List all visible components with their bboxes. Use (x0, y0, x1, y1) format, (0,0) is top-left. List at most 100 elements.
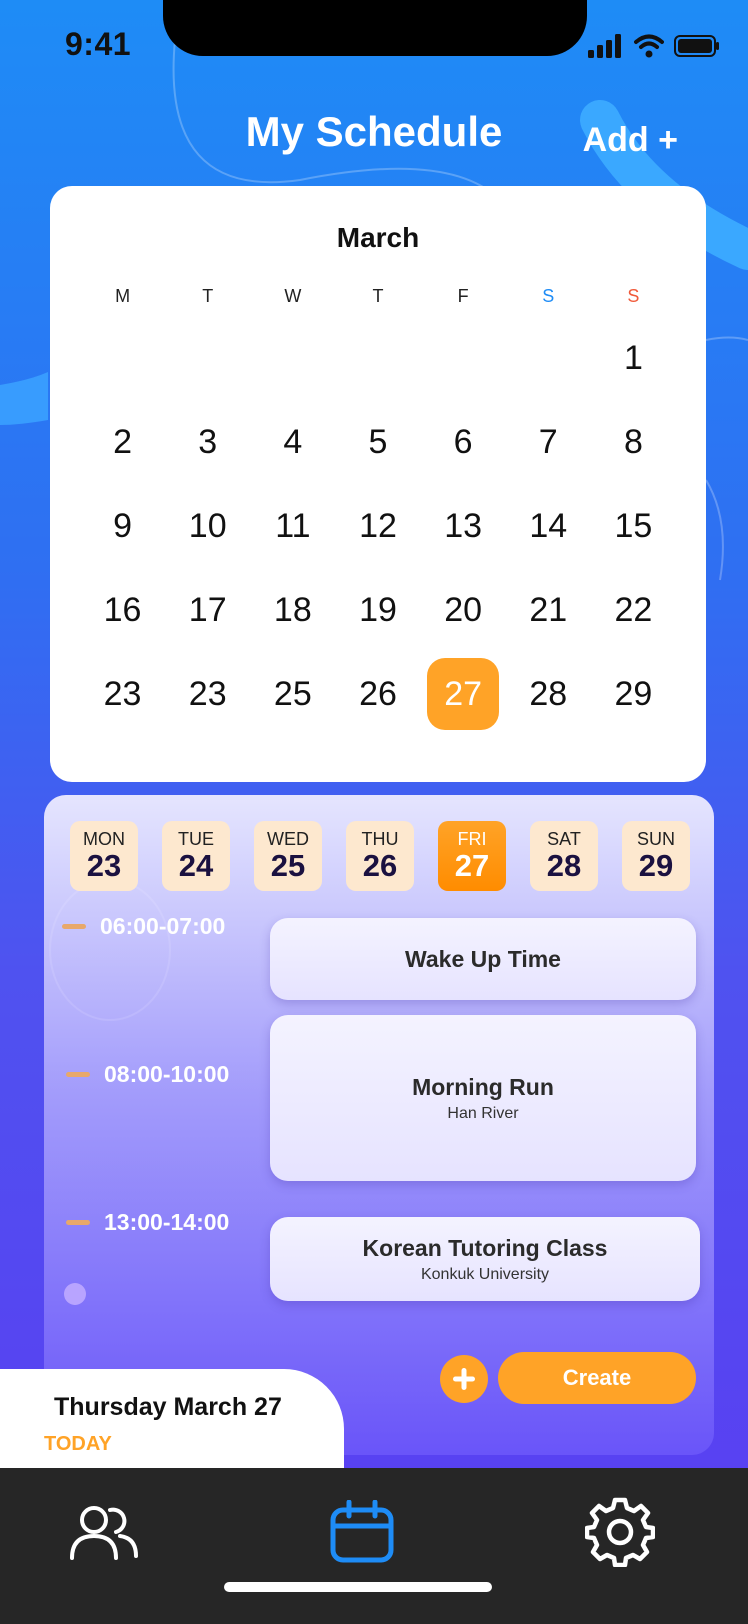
week-day-name: FRI (457, 829, 487, 849)
week-day-name: SAT (547, 829, 581, 849)
week-day-chip[interactable]: SAT 28 (530, 821, 598, 891)
calendar-day[interactable]: 13 (421, 484, 506, 568)
calendar-day[interactable]: 9 (80, 484, 165, 568)
calendar-day[interactable]: 25 (250, 652, 335, 736)
calendar-day[interactable]: 4 (250, 400, 335, 484)
people-icon (70, 1506, 138, 1560)
week-day-name: THU (361, 829, 399, 849)
calendar-day-number (172, 322, 244, 394)
calendar-day[interactable]: 11 (250, 484, 335, 568)
calendar-day-number: 16 (103, 590, 142, 629)
week-day-chip[interactable]: FRI 27 (438, 821, 506, 891)
today-date: Thursday March 27 (54, 1393, 282, 1421)
calendar-day-number: 15 (614, 506, 653, 545)
calendar-day[interactable]: 6 (421, 400, 506, 484)
event-title: Morning Run (412, 1073, 554, 1100)
calendar-day[interactable]: 5 (335, 400, 420, 484)
week-day-chip[interactable]: TUE 24 (162, 821, 230, 891)
calendar-day[interactable]: 23 (165, 652, 250, 736)
calendar-day[interactable]: 12 (335, 484, 420, 568)
calendar-empty-cell (80, 316, 165, 400)
create-button[interactable]: Create (498, 1352, 696, 1404)
calendar-day-number: 5 (368, 422, 388, 461)
week-day-date: 27 (454, 848, 490, 883)
week-day-date: 28 (546, 848, 582, 883)
calendar-day[interactable]: 16 (80, 568, 165, 652)
calendar-day[interactable]: 22 (591, 568, 676, 652)
event-time-label: 06:00-07:00 (62, 913, 225, 940)
calendar-day-number: 21 (529, 590, 568, 629)
home-indicator (224, 1582, 492, 1592)
calendar-day[interactable]: 1 (591, 316, 676, 400)
calendar-day[interactable]: 8 (591, 400, 676, 484)
calendar-day-number: 23 (103, 674, 142, 713)
time-marker (66, 1072, 90, 1077)
week-day-chip[interactable]: WED 25 (254, 821, 322, 891)
calendar-day-number: 25 (273, 674, 312, 713)
calendar-day[interactable]: 2 (80, 400, 165, 484)
add-button[interactable]: Add + (583, 121, 678, 160)
week-day-date: 23 (86, 848, 122, 883)
calendar-empty-cell (506, 316, 591, 400)
calendar-day-number: 19 (359, 590, 397, 629)
calendar-day[interactable]: 26 (335, 652, 420, 736)
calendar-day-number: 17 (188, 590, 227, 629)
calendar-day-number: 4 (283, 422, 303, 461)
calendar-day-grid: 1 2 3 4 5 6 7 8 9 10 11 12 13 14 15 16 17 18 19 20 21 22 23 23 2… (80, 316, 676, 736)
calendar-empty-cell (165, 316, 250, 400)
event-time-text: 13:00-14:00 (104, 1209, 230, 1235)
calendar-day[interactable]: 17 (165, 568, 250, 652)
calendar-day-number: 28 (529, 674, 568, 713)
calendar-day-number: 26 (359, 674, 397, 713)
calendar-day[interactable]: 19 (335, 568, 420, 652)
calendar-day-number: 13 (444, 506, 483, 545)
event-location: Han River (447, 1104, 519, 1122)
event-time-label: 08:00-10:00 (66, 1061, 229, 1088)
calendar-day[interactable]: 10 (165, 484, 250, 568)
week-strip: MON 23 TUE 24 WED 25 THU 26 FRI 27 SAT 28 SUN 29 (70, 821, 690, 891)
event-card[interactable]: Korean Tutoring Class Konkuk University (270, 1217, 700, 1301)
event-card[interactable]: Wake Up Time (270, 918, 696, 1000)
today-card[interactable]: Thursday March 27 TODAY (0, 1369, 344, 1469)
event-location: Konkuk University (420, 1265, 550, 1283)
calendar-day[interactable]: 3 (165, 400, 250, 484)
calendar-day[interactable]: 28 (506, 652, 591, 736)
calendar-day-number: 29 (614, 674, 653, 713)
weekday-label: F (457, 286, 469, 306)
tab-people[interactable] (64, 1492, 144, 1572)
event-time-text: 06:00-07:00 (100, 913, 226, 939)
tab-calendar[interactable] (322, 1492, 402, 1572)
week-day-date: 29 (638, 848, 674, 883)
event-title: Korean Tutoring Class (362, 1234, 608, 1261)
calendar-day[interactable]: 15 (591, 484, 676, 568)
status-icons (588, 34, 720, 58)
device-notch (163, 0, 587, 56)
weekday-label: W (284, 286, 302, 306)
timeline-dot (64, 1283, 86, 1305)
calendar-day-number (427, 322, 499, 394)
calendar-day-number: 10 (188, 506, 227, 545)
calendar-day[interactable]: 29 (591, 652, 676, 736)
quick-add-button[interactable] (440, 1355, 488, 1403)
calendar-day[interactable]: 18 (250, 568, 335, 652)
calendar-day[interactable]: 20 (421, 568, 506, 652)
calendar-day-number: 23 (188, 674, 227, 713)
event-card[interactable]: Morning Run Han River (270, 1015, 696, 1181)
calendar-day-number: 7 (538, 422, 558, 461)
calendar-day-number (342, 322, 414, 394)
calendar-day-number: 11 (275, 506, 311, 545)
calendar-day[interactable]: 7 (506, 400, 591, 484)
week-day-chip[interactable]: MON 23 (70, 821, 138, 891)
calendar-day[interactable]: 21 (506, 568, 591, 652)
calendar-empty-cell (421, 316, 506, 400)
calendar-day[interactable]: 27 (421, 652, 506, 736)
calendar-day[interactable]: 23 (80, 652, 165, 736)
tab-settings[interactable] (580, 1492, 660, 1572)
calendar-day[interactable]: 14 (506, 484, 591, 568)
week-day-date: 26 (362, 848, 398, 883)
today-label: TODAY (44, 1433, 112, 1455)
week-day-chip[interactable]: SUN 29 (622, 821, 690, 891)
week-day-chip[interactable]: THU 26 (346, 821, 414, 891)
gear-icon (585, 1497, 655, 1567)
weekday-label: S (542, 286, 555, 306)
